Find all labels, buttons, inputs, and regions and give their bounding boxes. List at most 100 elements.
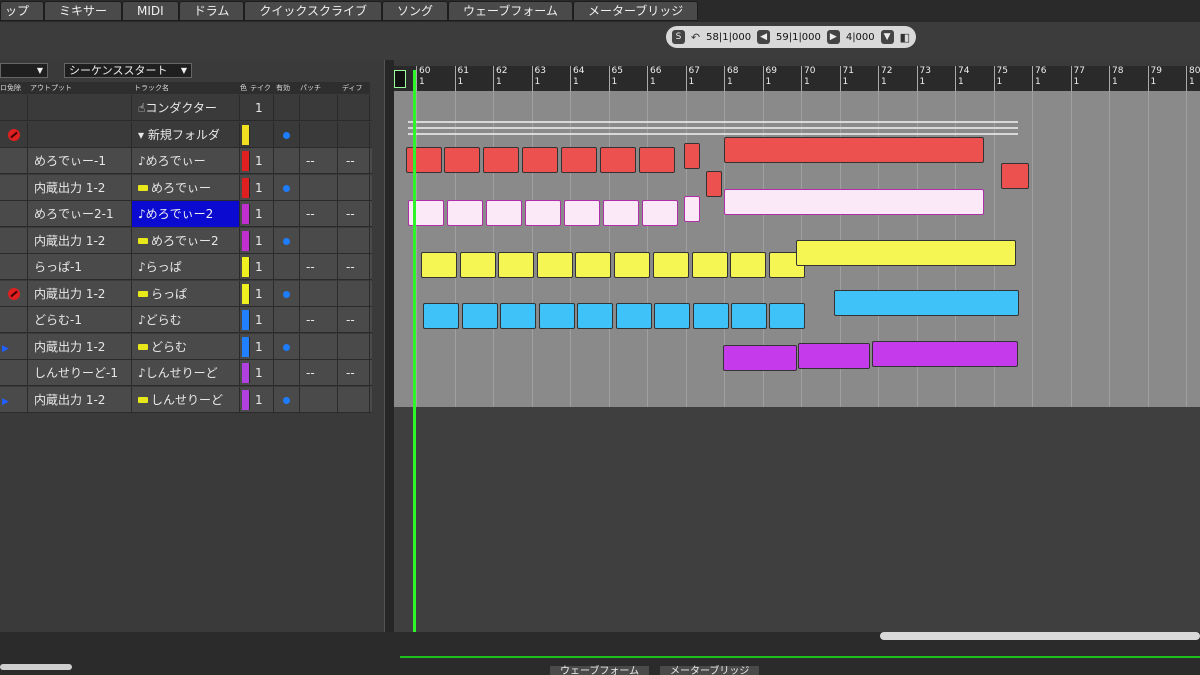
ruler-bar[interactable]: 64 1 xyxy=(570,66,584,91)
track-output[interactable]: 内蔵出力 1-2 xyxy=(28,386,132,413)
sequence-clip[interactable] xyxy=(684,196,700,222)
ruler-bar[interactable]: 73 1 xyxy=(916,66,931,91)
col-output[interactable]: アウトプット xyxy=(30,83,72,93)
sequence-clip[interactable] xyxy=(723,345,797,371)
track-enabled-cell[interactable] xyxy=(274,201,300,227)
tab-4[interactable]: クイックスクライブ xyxy=(244,1,382,21)
track-name-cell[interactable]: ♪しんせりーど xyxy=(132,360,240,386)
sequence-clip[interactable] xyxy=(498,252,534,278)
track-output[interactable]: めろでぃー2-1 xyxy=(28,201,132,227)
track-row[interactable]: めろでぃー2-1 ♪めろでぃー2 1 -- -- xyxy=(0,201,372,227)
sequence-clip[interactable] xyxy=(724,189,984,215)
left-dropdown[interactable]: ▼ xyxy=(0,63,48,78)
sequence-clip[interactable] xyxy=(500,303,536,329)
sequence-clip[interactable] xyxy=(796,240,1016,266)
track-patch[interactable] xyxy=(300,121,338,148)
col-enabled[interactable]: 有効 xyxy=(276,83,290,93)
track-row[interactable]: ☝コンダクター 1 xyxy=(0,95,372,121)
track-diff[interactable]: -- xyxy=(338,148,370,174)
playhead-line[interactable] xyxy=(413,70,416,650)
enabled-dot-icon[interactable] xyxy=(283,237,290,245)
enabled-dot-icon[interactable] xyxy=(283,131,290,139)
sequence-clip[interactable] xyxy=(486,200,522,226)
col-track-name[interactable]: トラック名 xyxy=(134,83,169,93)
play-icon[interactable]: ▶ xyxy=(2,336,9,360)
sequence-clip[interactable] xyxy=(421,252,457,278)
tab-5[interactable]: ソング xyxy=(382,1,449,21)
track-patch[interactable] xyxy=(300,386,338,413)
track-take[interactable] xyxy=(252,121,274,148)
track-rec-cell[interactable] xyxy=(0,148,28,174)
track-diff[interactable] xyxy=(338,95,370,121)
tab-0[interactable]: ップ xyxy=(0,1,45,21)
track-take[interactable]: 1 xyxy=(252,333,274,360)
track-output[interactable]: 内蔵出力 1-2 xyxy=(28,174,132,201)
play-icon[interactable]: ▶ xyxy=(2,389,9,413)
ruler-bar[interactable]: 75 1 xyxy=(993,66,1008,91)
sequence-clip[interactable] xyxy=(603,200,639,226)
track-color-swatch[interactable] xyxy=(242,283,250,304)
track-diff[interactable] xyxy=(338,386,370,413)
record-disable-icon[interactable] xyxy=(8,128,20,141)
length-dropdown-icon[interactable]: ▼ xyxy=(880,30,894,44)
sequence-clip[interactable] xyxy=(724,137,984,163)
record-disable-icon[interactable] xyxy=(8,287,20,300)
ruler-bar[interactable]: 70 1 xyxy=(801,66,815,91)
ruler-bar[interactable]: 62 1 xyxy=(493,66,507,91)
swap-left-icon[interactable]: ◀ xyxy=(757,30,770,44)
track-take[interactable]: 1 xyxy=(252,201,274,227)
bottom-tab-waveform[interactable]: ウェーブフォーム xyxy=(550,666,650,675)
track-diff[interactable]: -- xyxy=(338,254,370,280)
track-row[interactable]: ▶ 内蔵出力 1-2 しんせりーど 1 xyxy=(0,386,372,413)
track-name-cell[interactable]: しんせりーど xyxy=(132,386,240,413)
track-rec-cell[interactable] xyxy=(0,307,28,333)
pane-splitter[interactable] xyxy=(384,60,394,665)
track-patch[interactable]: -- xyxy=(300,360,338,386)
col-diff[interactable]: ディフ xyxy=(342,83,363,93)
track-diff[interactable]: -- xyxy=(338,307,370,333)
sequence-clip[interactable] xyxy=(537,252,573,278)
folder-disclosure-icon[interactable]: ▾ xyxy=(138,128,148,142)
ruler-bar[interactable]: 66 1 xyxy=(647,66,661,91)
sequence-clip[interactable] xyxy=(798,343,870,369)
sequence-clip[interactable] xyxy=(522,147,558,173)
sequence-clip[interactable] xyxy=(872,341,1018,367)
track-color-swatch[interactable] xyxy=(242,336,250,357)
s-button[interactable]: S xyxy=(672,30,685,44)
track-diff[interactable] xyxy=(338,280,370,307)
col-rec[interactable]: ロ免除 xyxy=(0,83,21,93)
track-name-cell[interactable]: ♪どらむ xyxy=(132,307,240,333)
track-take[interactable]: 1 xyxy=(252,95,274,121)
track-color-swatch[interactable] xyxy=(242,257,250,277)
track-enabled-cell[interactable] xyxy=(274,174,300,201)
track-diff[interactable] xyxy=(338,333,370,360)
sequence-clip[interactable] xyxy=(731,303,767,329)
track-list-scrollbar[interactable] xyxy=(0,664,72,670)
timeline-ruler[interactable]: 60 1 61 1 62 1 63 1 64 1 65 1 66 1 67 1 68 1 69 1 70 1 71 1 72 1 7… xyxy=(394,66,1200,91)
track-rec-cell[interactable] xyxy=(0,201,28,227)
track-output[interactable] xyxy=(28,95,132,121)
track-rec-cell[interactable]: ▶ xyxy=(0,333,28,360)
track-take[interactable]: 1 xyxy=(252,148,274,174)
track-take[interactable]: 1 xyxy=(252,227,274,254)
start-locator[interactable]: 58|1|000 xyxy=(706,32,751,43)
track-patch[interactable] xyxy=(300,280,338,307)
sequence-clip[interactable] xyxy=(539,303,575,329)
arrange-empty-area[interactable] xyxy=(394,407,1200,632)
track-rec-cell[interactable] xyxy=(0,95,28,121)
track-name-cell[interactable]: ▾ 新規フォルダ xyxy=(132,121,240,148)
enabled-dot-icon[interactable] xyxy=(283,343,290,351)
track-output[interactable]: らっぱ-1 xyxy=(28,254,132,280)
track-output[interactable]: 内蔵出力 1-2 xyxy=(28,280,132,307)
track-take[interactable]: 1 xyxy=(252,307,274,333)
track-patch[interactable] xyxy=(300,227,338,254)
track-color-swatch[interactable] xyxy=(242,177,250,198)
track-name-cell[interactable]: ♪めろでぃー2 xyxy=(132,201,240,227)
track-enabled-cell[interactable] xyxy=(274,254,300,280)
col-color[interactable]: 色 xyxy=(240,83,247,93)
ruler-bar[interactable]: 63 1 xyxy=(531,66,546,91)
track-output[interactable]: めろでぃー-1 xyxy=(28,148,132,174)
swap-right-icon[interactable]: ▶ xyxy=(826,30,840,44)
track-diff[interactable] xyxy=(338,174,370,201)
sequence-clip[interactable] xyxy=(561,147,597,173)
